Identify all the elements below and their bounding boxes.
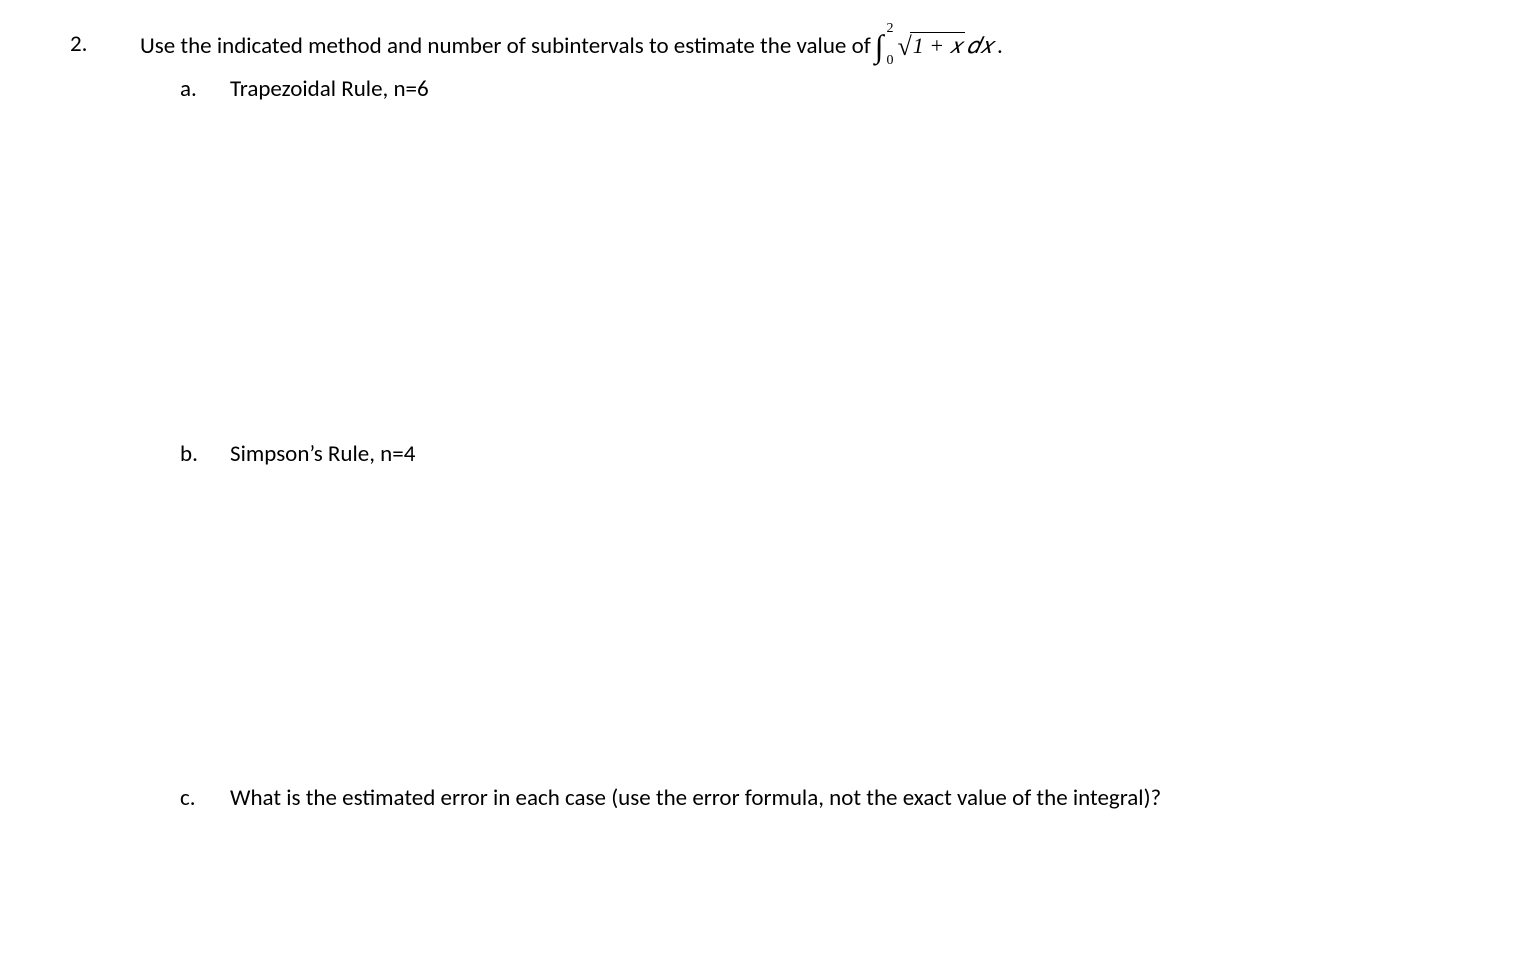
integral-expression: ∫ 2 0 √ 1 + 𝑥 𝑑𝑥 <box>875 30 993 62</box>
integral-lower-limit: 0 <box>886 54 893 68</box>
sqrt-wrap: √ 1 + 𝑥 <box>897 32 964 59</box>
integral-sign-icon: ∫ 2 0 <box>875 30 884 62</box>
subpart-a: a. Trapezoidal Rule, n=6 <box>180 72 1483 107</box>
problem-number: 2. <box>50 30 140 58</box>
problem-wrapper: 2. Use the indicated method and number o… <box>50 30 1483 816</box>
statement-suffix: . <box>997 30 1003 62</box>
sqrt-icon: √ <box>897 34 911 60</box>
subpart-text: What is the estimated error in each case… <box>230 781 1190 816</box>
problem-body: Use the indicated method and number of s… <box>140 30 1483 816</box>
integral-upper-limit: 2 <box>886 22 893 36</box>
subpart-c: c. What is the estimated error in each c… <box>180 781 1483 816</box>
subpart-text: Trapezoidal Rule, n=6 <box>230 72 1190 107</box>
subpart-label: a. <box>180 72 230 107</box>
statement-prefix: Use the indicated method and number of s… <box>140 30 871 62</box>
subpart-label: b. <box>180 437 230 472</box>
problem-statement: Use the indicated method and number of s… <box>140 30 1483 62</box>
subpart-label: c. <box>180 781 230 816</box>
subpart-b: b. Simpson’s Rule, n=4 <box>180 437 1483 472</box>
radicand: 1 + 𝑥 <box>910 32 965 59</box>
dx: 𝑑𝑥 <box>967 30 993 62</box>
subpart-text: Simpson’s Rule, n=4 <box>230 437 1190 472</box>
